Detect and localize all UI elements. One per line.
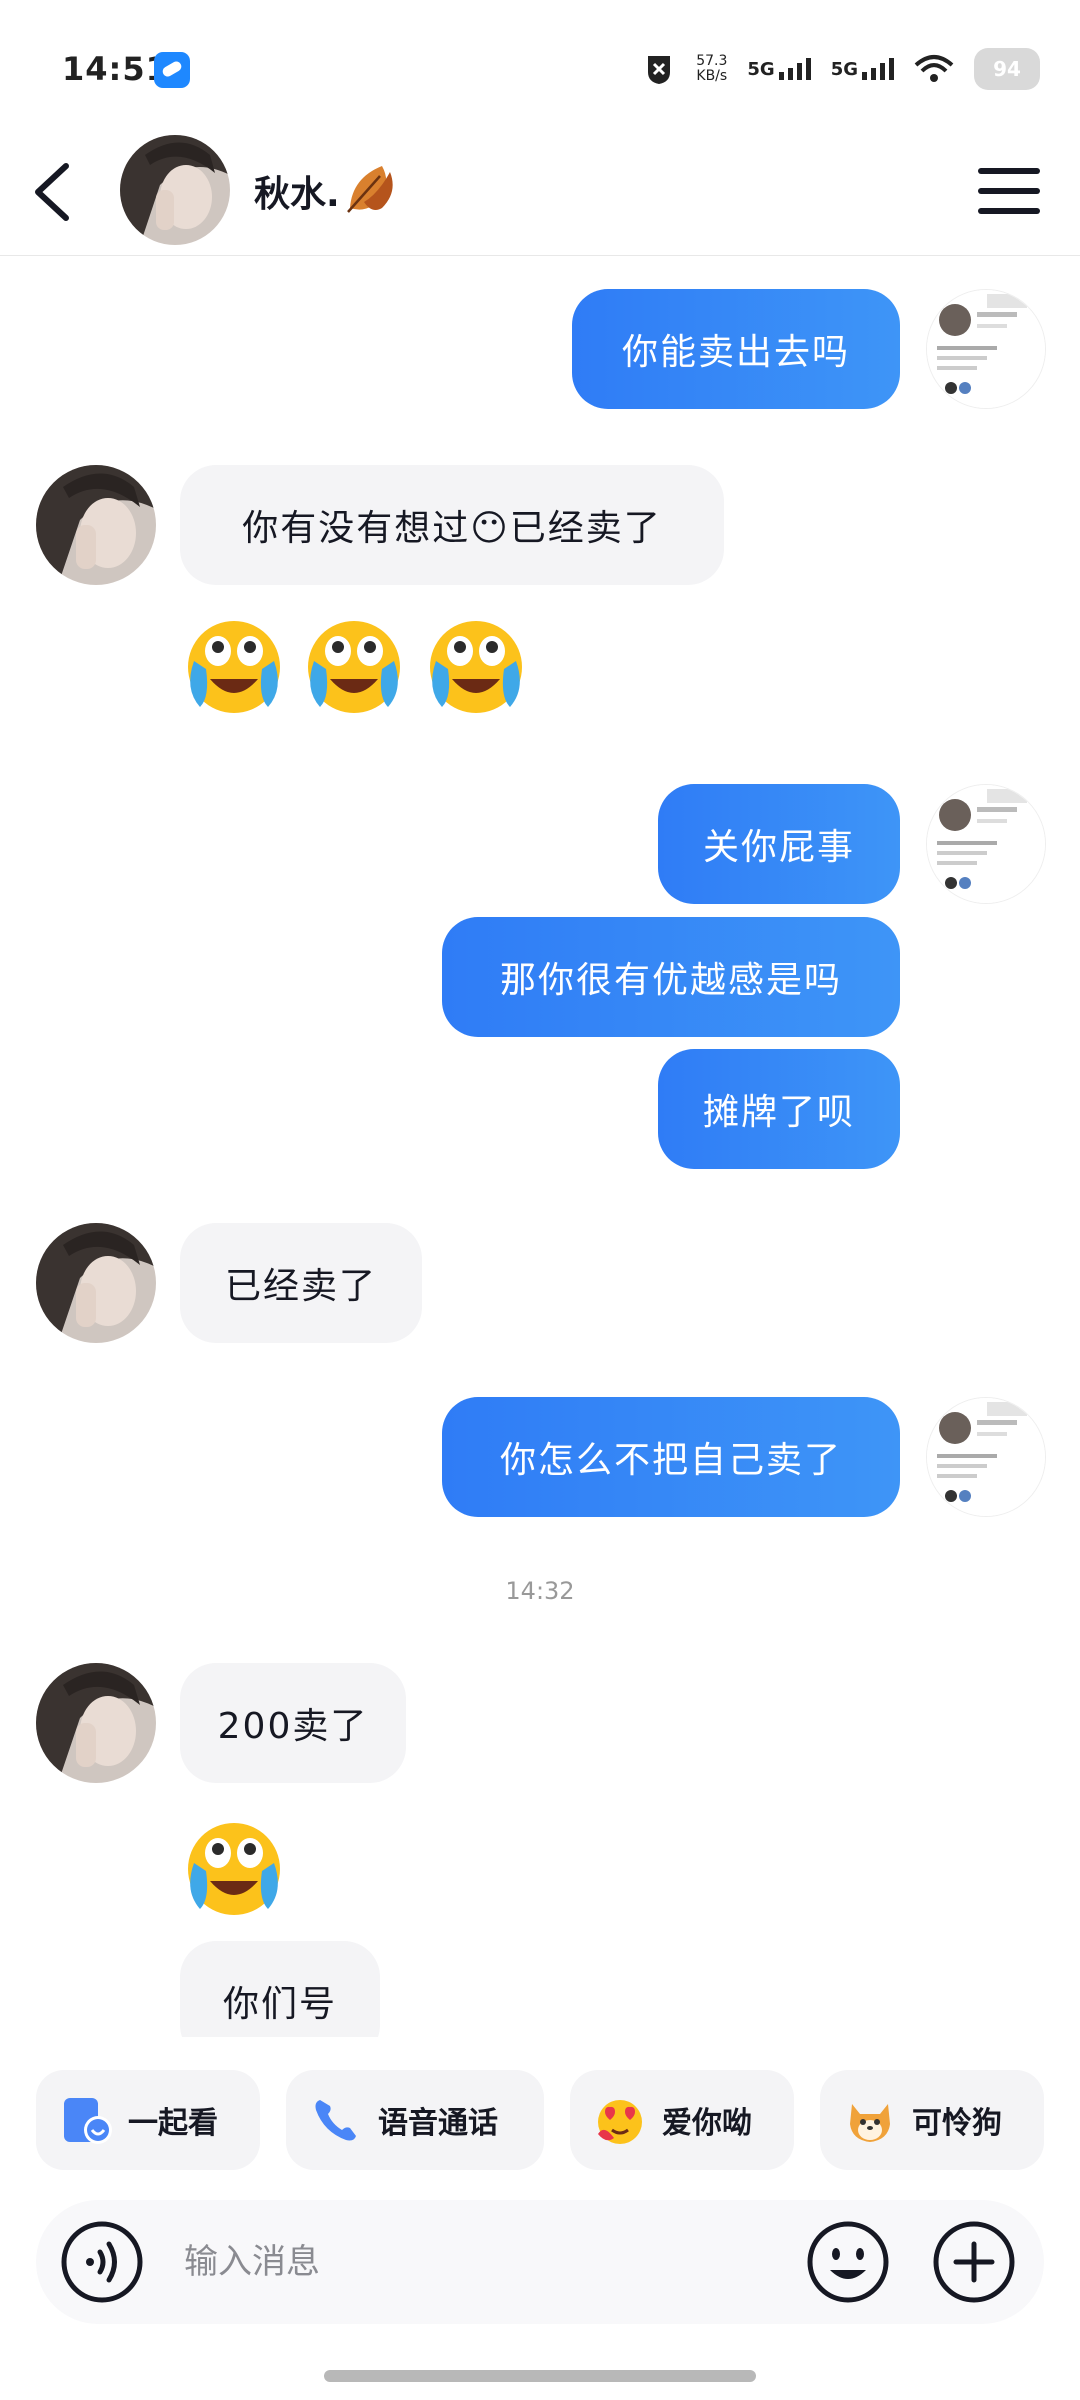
home-indicator[interactable]: [324, 2370, 756, 2382]
chat-messages[interactable]: 你能卖出去吗 你有没有想过😶已经卖了 关你屁事 那你很有优越感是吗 摊牌了呗 已…: [0, 257, 1080, 2037]
profile-card-thumbnail: [927, 1398, 1045, 1516]
status-time: 14:51: [62, 50, 169, 88]
menu-line: [978, 188, 1040, 194]
message-bubble-received[interactable]: 你有没有想过😶已经卖了: [180, 465, 724, 585]
contact-name: 秋水.: [254, 174, 340, 215]
message-input-bar: [36, 2200, 1044, 2324]
profile-card-thumbnail: [927, 785, 1045, 903]
quick-actions-bar[interactable]: 一起看 语音通话 爱你呦 可怜狗: [0, 2070, 1080, 2170]
message-bubble-sent[interactable]: 摊牌了呗: [658, 1049, 900, 1169]
app-notification-icon: [154, 52, 190, 88]
message-input[interactable]: [184, 2232, 784, 2292]
quick-action-voice-call[interactable]: 语音通话: [286, 2070, 544, 2170]
profile-card-thumbnail: [927, 290, 1045, 408]
quick-action-label: 一起看: [128, 2106, 218, 2141]
avatar-photo: [36, 1223, 156, 1343]
avatar-photo: [120, 135, 230, 245]
crying-laughing-emoji-icon: [188, 621, 280, 713]
back-button[interactable]: [26, 160, 86, 224]
voice-input-button[interactable]: [60, 2220, 144, 2304]
status-indicators: 57.3 KB/s 5G 5G 94: [642, 48, 1040, 90]
my-avatar[interactable]: [926, 289, 1046, 409]
wifi-icon: [914, 55, 954, 82]
avatar-photo: [36, 1663, 156, 1783]
signal-bars-icon: [862, 58, 894, 80]
network-speed: 57.3 KB/s: [696, 54, 727, 84]
network-speed-value: 57.3: [696, 53, 728, 69]
message-bubble-sent[interactable]: 关你屁事: [658, 784, 900, 904]
phone-icon: [315, 2100, 356, 2141]
message-bubble-received[interactable]: 200卖了: [180, 1663, 406, 1783]
quick-action-love-you[interactable]: 爱你呦: [570, 2070, 794, 2170]
love-emoji-icon: [598, 2100, 642, 2144]
battery-indicator: 94: [974, 48, 1040, 90]
my-avatar[interactable]: [926, 784, 1046, 904]
chat-header: 秋水.: [0, 130, 1080, 256]
emoji-button[interactable]: [806, 2220, 890, 2304]
quick-action-label: 爱你呦: [662, 2106, 752, 2141]
message-timestamp: 14:32: [505, 1577, 575, 1605]
quick-action-label: 可怜狗: [912, 2106, 1002, 2141]
sim1-label: 5G: [747, 59, 775, 80]
menu-line: [978, 168, 1040, 174]
contact-avatar-small[interactable]: [36, 1663, 156, 1783]
contact-avatar-small[interactable]: [36, 465, 156, 585]
network-speed-unit: KB/s: [696, 68, 728, 84]
crying-laughing-emoji-icon: [430, 621, 522, 713]
contact-avatar[interactable]: [120, 135, 230, 245]
crying-laughing-emoji-icon: [308, 621, 400, 713]
sim1-signal: 5G: [747, 58, 811, 80]
crying-laughing-emoji-icon: [188, 1823, 280, 1915]
quick-action-label: 语音通话: [378, 2106, 498, 2141]
message-bubble-sent[interactable]: 你能卖出去吗: [572, 289, 900, 409]
shiba-dog-icon: [850, 2104, 890, 2142]
autumn-leaf-icon: [347, 166, 393, 213]
message-bubble-sent[interactable]: 那你很有优越感是吗: [442, 917, 900, 1037]
contact-avatar-small[interactable]: [36, 1223, 156, 1343]
more-options-button[interactable]: [932, 2220, 1016, 2304]
signal-bars-icon: [778, 58, 811, 80]
nfc-icon: [648, 56, 671, 84]
quick-action-watch-together[interactable]: 一起看: [36, 2070, 260, 2170]
watch-together-icon: [64, 2098, 112, 2144]
sim2-signal: 5G: [831, 58, 894, 80]
menu-button[interactable]: [978, 158, 1040, 224]
sim2-label: 5G: [830, 59, 858, 80]
status-bar: 14:51 57.3 KB/s 5G 5G 94: [0, 0, 1080, 130]
menu-line: [978, 208, 1040, 214]
quick-action-pitiful-dog[interactable]: 可怜狗: [820, 2070, 1044, 2170]
message-bubble-sent[interactable]: 你怎么不把自己卖了: [442, 1397, 900, 1517]
chevron-left-icon: [35, 163, 69, 221]
message-bubble-received[interactable]: 你们号: [180, 1941, 380, 2037]
message-bubble-received[interactable]: 已经卖了: [180, 1223, 422, 1343]
avatar-photo: [36, 465, 156, 585]
my-avatar[interactable]: [926, 1397, 1046, 1517]
